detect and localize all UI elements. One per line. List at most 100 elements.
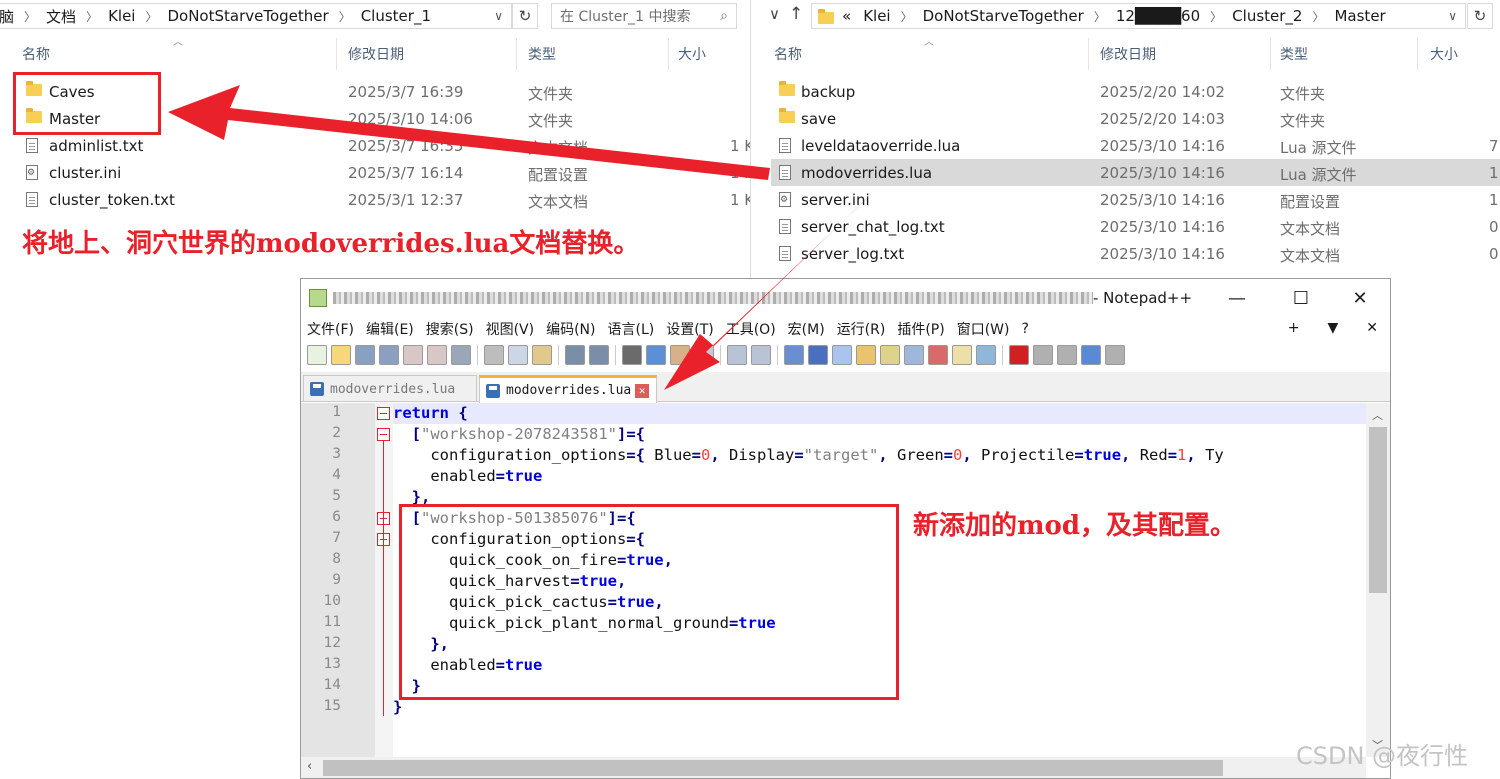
file-row[interactable]: cluster.ini 2025/3/7 16:14 配置设置 1 K xyxy=(0,159,750,186)
paste-icon[interactable] xyxy=(532,345,552,365)
refresh-button[interactable]: ↻ xyxy=(512,3,538,29)
close-all-icon[interactable] xyxy=(427,345,447,365)
close-tab-icon[interactable]: ✕ xyxy=(635,383,650,398)
address-bar[interactable]: « Klei 〉 DoNotStarveTogether 〉 12████60 〉 C… xyxy=(811,3,1466,29)
address-bar[interactable]: 脑〉 文档〉 Klei 〉 DoNotStarveTogether 〉 Cluste… xyxy=(0,3,512,29)
find-icon[interactable] xyxy=(622,345,642,365)
menu-item[interactable]: 文件(F) xyxy=(307,319,354,339)
refresh-button[interactable]: ↻ xyxy=(1467,3,1493,29)
breadcrumb-item[interactable]: Master xyxy=(1334,7,1385,25)
menu-item[interactable]: 窗口(W) xyxy=(957,319,1010,339)
menu-item[interactable]: 编辑(E) xyxy=(366,319,414,339)
file-row[interactable]: adminlist.txt 2025/3/7 16:35 文本文档 1 K xyxy=(0,132,750,159)
scrollbar-thumb[interactable] xyxy=(323,760,1223,776)
play-macro-icon[interactable] xyxy=(1057,345,1077,365)
save-all-icon[interactable] xyxy=(379,345,399,365)
run-macro-multiple-icon[interactable] xyxy=(1081,345,1101,365)
function-list-icon[interactable] xyxy=(904,345,924,365)
stop-macro-icon[interactable] xyxy=(1033,345,1053,365)
column-header-name[interactable]: 名称 xyxy=(774,44,802,66)
scrollbar-thumb[interactable] xyxy=(1369,427,1387,593)
folder-workspace-icon[interactable] xyxy=(928,345,948,365)
new-file-icon[interactable] xyxy=(307,345,327,365)
file-row[interactable]: server_chat_log.txt 2025/3/10 14:16 文本文档 0 … xyxy=(771,213,1500,240)
column-header-type[interactable]: 类型 xyxy=(528,44,556,66)
breadcrumb-item[interactable]: DoNotStarveTogether xyxy=(923,7,1084,25)
back-button[interactable]: ∨ xyxy=(769,5,780,23)
menu-item[interactable]: 插件(P) xyxy=(897,319,944,339)
search-input[interactable]: 在 Cluster_1 中搜索 ⌕ xyxy=(551,3,737,29)
column-header-type[interactable]: 类型 xyxy=(1280,44,1308,66)
save-macro-icon[interactable] xyxy=(1105,345,1125,365)
breadcrumb-item[interactable]: 脑 xyxy=(0,6,14,27)
print-icon[interactable] xyxy=(451,345,471,365)
menu-item[interactable]: ? xyxy=(1022,321,1029,337)
show-all-icon[interactable] xyxy=(808,345,828,365)
breadcrumb-item[interactable]: Cluster_1 xyxy=(361,7,431,25)
column-header-size[interactable]: 大小 xyxy=(1430,44,1458,66)
close-button[interactable]: ✕ xyxy=(1337,285,1383,311)
menu-item[interactable]: 编码(N) xyxy=(546,319,595,339)
undo-icon[interactable] xyxy=(565,345,585,365)
file-row[interactable]: cluster_token.txt 2025/3/1 12:37 文本文档 1 K xyxy=(0,186,750,213)
tab-modoverrides-inactive[interactable]: modoverrides.lua xyxy=(303,375,477,402)
menu-item[interactable]: 语言(L) xyxy=(608,319,655,339)
column-header-name[interactable]: 名称 xyxy=(22,44,50,66)
tab-modoverrides-active[interactable]: modoverrides.lua ✕ xyxy=(479,375,657,403)
file-row[interactable]: save 2025/2/20 14:03 文件夹 xyxy=(771,105,1500,132)
zoom-out-icon[interactable] xyxy=(694,345,714,365)
column-header-date[interactable]: 修改日期 xyxy=(1100,44,1156,66)
file-row[interactable]: leveldataoverride.lua 2025/3/10 14:16 Lua … xyxy=(771,132,1500,159)
file-row[interactable]: server_log.txt 2025/3/10 14:16 文本文档 0 K xyxy=(771,240,1500,267)
menu-item[interactable]: 工具(O) xyxy=(726,319,776,339)
menu-item[interactable]: 运行(R) xyxy=(837,319,886,339)
fold-collapse-icon[interactable] xyxy=(377,428,390,441)
sync-h-icon[interactable] xyxy=(751,345,771,365)
file-row[interactable]: backup 2025/2/20 14:02 文件夹 xyxy=(771,78,1500,105)
column-header-size[interactable]: 大小 xyxy=(678,44,706,66)
cut-icon[interactable] xyxy=(484,345,504,365)
replace-icon[interactable] xyxy=(646,345,666,365)
add-tab-button[interactable]: + xyxy=(1288,320,1300,336)
file-row[interactable]: server.ini 2025/3/10 14:16 配置设置 1 K xyxy=(771,186,1500,213)
menu-item[interactable]: 搜索(S) xyxy=(426,319,474,339)
horizontal-scrollbar[interactable]: ‹ xyxy=(301,757,1366,778)
breadcrumb-item[interactable]: 文档 xyxy=(46,6,76,27)
breadcrumb-item[interactable]: « xyxy=(842,7,851,25)
scroll-left-icon[interactable]: ‹ xyxy=(307,759,312,774)
record-macro-icon[interactable] xyxy=(1009,345,1029,365)
indent-guide-icon[interactable] xyxy=(832,345,852,365)
up-button[interactable]: ↑ xyxy=(789,4,803,24)
column-header-date[interactable]: 修改日期 xyxy=(348,44,404,66)
sync-v-icon[interactable] xyxy=(727,345,747,365)
maximize-button[interactable]: ☐ xyxy=(1278,285,1324,311)
menu-item[interactable]: 宏(M) xyxy=(788,319,825,339)
scroll-up-icon[interactable]: ︿ xyxy=(1372,407,1383,423)
chevron-down-icon[interactable]: ∨ xyxy=(494,9,503,23)
fold-collapse-icon[interactable] xyxy=(377,407,390,420)
monitor-icon[interactable] xyxy=(976,345,996,365)
doc-list-icon[interactable] xyxy=(952,345,972,365)
open-file-icon[interactable] xyxy=(331,345,351,365)
wrap-icon[interactable] xyxy=(784,345,804,365)
udl-icon[interactable] xyxy=(856,345,876,365)
menu-item[interactable]: 视图(V) xyxy=(486,319,535,339)
doc-map-icon[interactable] xyxy=(880,345,900,365)
menu-item[interactable]: 设置(T) xyxy=(666,319,713,339)
close-icon[interactable] xyxy=(403,345,423,365)
chevron-down-icon[interactable]: ∨ xyxy=(1448,9,1457,23)
close-doc-button[interactable]: ✕ xyxy=(1366,320,1378,336)
breadcrumb-item[interactable]: 12████60 xyxy=(1116,7,1200,25)
tab-list-button[interactable]: ▼ xyxy=(1327,320,1338,336)
breadcrumb-item[interactable]: Cluster_2 xyxy=(1232,7,1302,25)
breadcrumb-item[interactable]: Klei xyxy=(108,7,135,25)
file-row[interactable]: modoverrides.lua 2025/3/10 14:16 Lua 源文件 1 … xyxy=(771,159,1500,186)
redo-icon[interactable] xyxy=(589,345,609,365)
breadcrumb-item[interactable]: DoNotStarveTogether xyxy=(167,7,328,25)
copy-icon[interactable] xyxy=(508,345,528,365)
breadcrumb-item[interactable]: Klei xyxy=(863,7,890,25)
vertical-scrollbar[interactable]: ︿ ﹀ xyxy=(1366,403,1390,757)
zoom-in-icon[interactable] xyxy=(670,345,690,365)
save-icon[interactable] xyxy=(355,345,375,365)
minimize-button[interactable]: — xyxy=(1214,285,1260,311)
